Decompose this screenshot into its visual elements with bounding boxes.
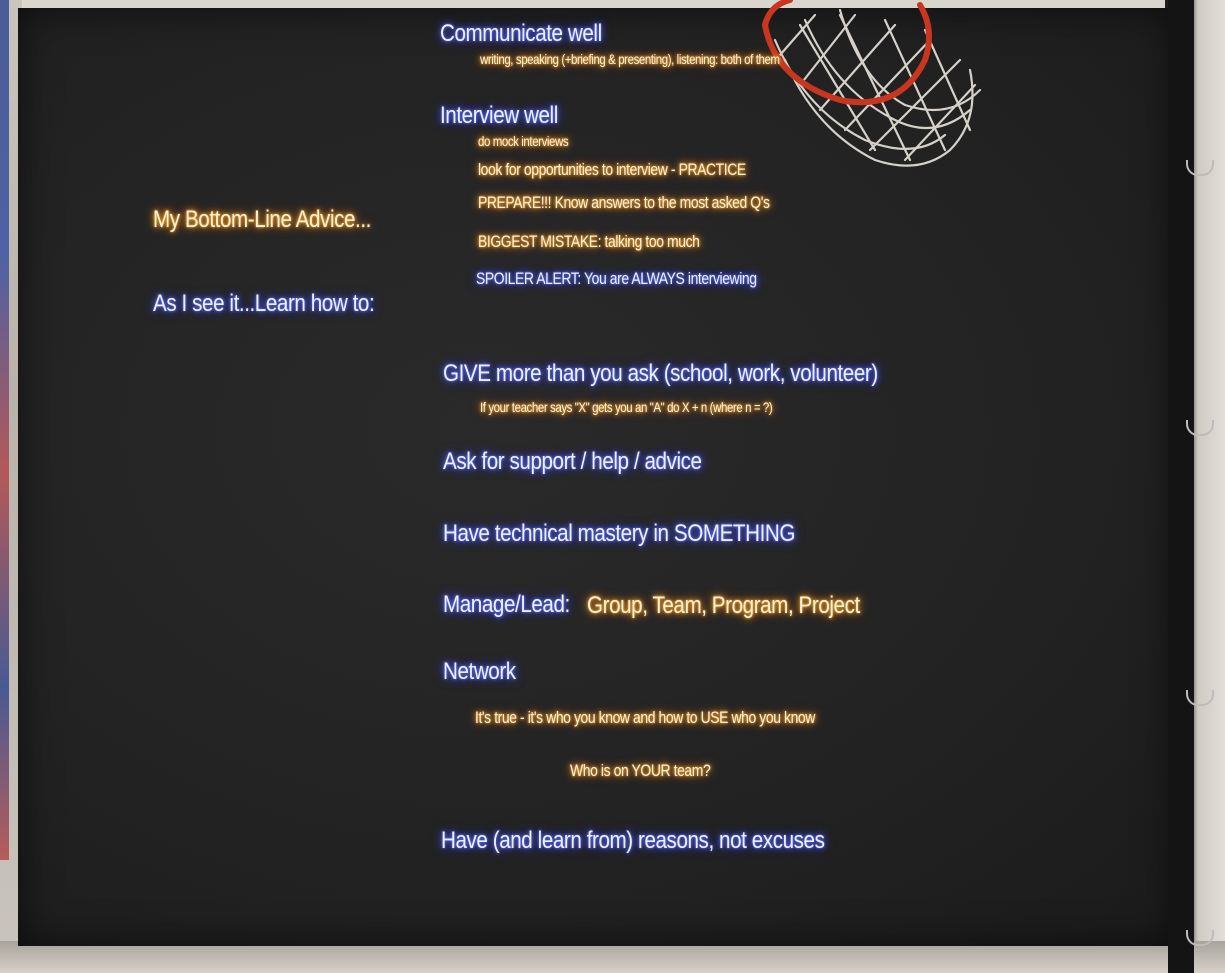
interview-heading: Interview well: [440, 102, 558, 129]
communicate-detail: writing, speaking (+briefing & presentin…: [480, 51, 780, 67]
network-heading: Network: [443, 658, 516, 685]
advice-title: My Bottom-Line Advice...: [153, 206, 371, 233]
interview-item: do mock interviews: [478, 133, 569, 149]
interview-item: BIGGEST MISTAKE: talking too much: [478, 232, 700, 251]
screen-frame: [1168, 0, 1194, 973]
projection-screen: [18, 8, 1175, 946]
manage-items: Group, Team, Program, Project: [587, 592, 860, 619]
reasons-not-excuses: Have (and learn from) reasons, not excus…: [441, 827, 825, 854]
network-question: Who is on YOUR team?: [570, 761, 711, 780]
give-detail: If your teacher says "X" gets you an "A"…: [480, 399, 773, 415]
manage-label: Manage/Lead:: [443, 591, 570, 618]
network-detail: It's true - it's who you know and how to…: [475, 708, 815, 727]
banner-stripe: [0, 0, 9, 860]
interview-item: look for opportunities to interview - PR…: [478, 160, 746, 179]
communicate-heading: Communicate well: [440, 20, 602, 47]
give-heading: GIVE more than you ask (school, work, vo…: [443, 360, 878, 387]
ask-support: Ask for support / help / advice: [443, 448, 702, 475]
learn-how-to: As I see it...Learn how to:: [153, 290, 375, 317]
technical-mastery: Have technical mastery in SOMETHING: [443, 520, 795, 547]
basketball-net-icon: [762, 0, 982, 167]
interview-item: SPOILER ALERT: You are ALWAYS interviewi…: [476, 269, 757, 288]
interview-item: PREPARE!!! Know answers to the most aske…: [478, 193, 770, 212]
